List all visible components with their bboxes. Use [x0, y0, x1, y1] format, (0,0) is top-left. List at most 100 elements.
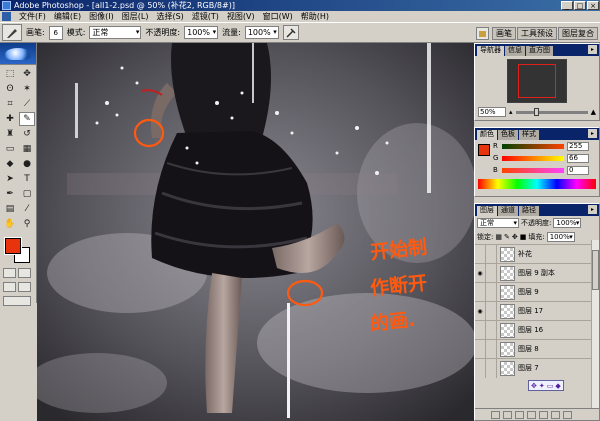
tab-channels[interactable]: 通道 [498, 206, 518, 216]
layer-visibility-toggle[interactable] [475, 244, 486, 264]
layer-visibility-toggle[interactable] [475, 320, 486, 340]
pen-tool-icon[interactable]: ✒ [2, 187, 18, 201]
view-box[interactable] [518, 64, 556, 98]
color-panel-foreground-swatch[interactable] [478, 144, 490, 156]
layer-row[interactable]: ◉ 图层 17 [475, 301, 599, 321]
new-layer-icon[interactable] [551, 410, 560, 419]
opacity-input[interactable]: 100% [184, 26, 219, 39]
layer-row[interactable]: 图层 16 [475, 320, 599, 340]
zoom-tool-icon[interactable]: ⚲ [19, 217, 35, 231]
zoom-out-icon[interactable]: ▴ [509, 108, 513, 116]
clone-stamp-tool-icon[interactable]: ♜ [2, 127, 18, 141]
menu-window[interactable]: 窗口(W) [259, 11, 297, 22]
tab-paths[interactable]: 路径 [519, 206, 539, 216]
menu-filter[interactable]: 滤镜(T) [188, 11, 223, 22]
airbrush-button[interactable] [282, 25, 299, 40]
layer-opacity-input[interactable]: 100% [553, 218, 582, 228]
type-tool-icon[interactable]: T [19, 172, 35, 186]
palette-tab-layer-comps[interactable]: 图层复合 [558, 27, 598, 40]
dodge-tool-icon[interactable]: ● [19, 157, 35, 171]
magic-wand-tool-icon[interactable]: ✶ [19, 82, 35, 96]
menu-image[interactable]: 图像(I) [85, 11, 118, 22]
channel-input-g[interactable]: 66 [567, 153, 589, 163]
lock-move-icon[interactable]: ✥ [512, 233, 518, 241]
channel-slider-r[interactable] [502, 143, 564, 149]
zoom-slider[interactable] [515, 107, 588, 116]
layer-row[interactable]: 图层 9 [475, 282, 599, 302]
delete-layer-icon[interactable] [563, 410, 572, 419]
ime-menu-icon[interactable]: ◆ [555, 382, 560, 390]
palette-tab-brushes[interactable]: 画笔 [492, 27, 516, 40]
ime-toolbar[interactable]: ✥ ✦ ▭ ◆ [528, 380, 564, 391]
flow-input[interactable]: 100% [244, 26, 279, 39]
lasso-tool-icon[interactable]: ʘ [2, 82, 18, 96]
layer-row[interactable]: ◉ 图层 9 副本 [475, 263, 599, 283]
healing-brush-tool-icon[interactable]: ✚ [2, 112, 18, 126]
lock-transparency-icon[interactable]: ▦ [495, 233, 502, 241]
brush-picker[interactable]: 6 [48, 25, 63, 40]
brush-tool-icon[interactable]: ✎ [19, 112, 35, 126]
full-screen-button[interactable] [18, 282, 31, 292]
layer-row[interactable]: 图层 8 [475, 339, 599, 359]
color-spectrum-bar[interactable] [478, 179, 596, 189]
layer-mask-icon[interactable] [515, 410, 524, 419]
layer-row[interactable]: 图层 7 [475, 358, 599, 378]
close-button[interactable]: × [587, 1, 599, 10]
menu-select[interactable]: 选择(S) [152, 11, 187, 22]
jump-to-imageready-button[interactable] [3, 296, 31, 306]
fill-input[interactable]: 100% [546, 232, 575, 242]
mode-select[interactable]: 正常 [89, 26, 142, 39]
eyedropper-tool-icon[interactable]: ⁄ [19, 202, 35, 216]
zoom-slider-knob[interactable] [533, 107, 539, 116]
tab-info[interactable]: 信息 [505, 46, 525, 56]
layer-style-icon[interactable] [503, 410, 512, 419]
menu-help[interactable]: 帮助(H) [297, 11, 333, 22]
standard-screen-button[interactable] [3, 282, 16, 292]
channel-input-r[interactable]: 255 [567, 141, 589, 151]
tab-navigator[interactable]: 导航器 [477, 46, 504, 56]
eraser-tool-icon[interactable]: ▭ [2, 142, 18, 156]
panel-menu-icon[interactable]: ▸ [588, 205, 597, 214]
tab-swatches[interactable]: 色板 [498, 130, 518, 140]
gradient-tool-icon[interactable]: ▦ [19, 142, 35, 156]
layer-link-toggle[interactable] [486, 244, 497, 264]
layer-link-toggle[interactable] [486, 320, 497, 340]
layer-row[interactable]: 补花 [475, 244, 599, 264]
layer-link-toggle[interactable] [486, 339, 497, 359]
standard-mode-button[interactable] [3, 268, 16, 278]
layers-scrollbar-thumb[interactable] [592, 250, 599, 290]
move-tool-icon[interactable]: ✥ [19, 67, 35, 81]
ime-mode-icon[interactable]: ✥ [531, 382, 537, 390]
adobe-online-logo[interactable] [0, 43, 36, 65]
blend-mode-select[interactable]: 正常 [477, 218, 519, 228]
layer-visibility-toggle[interactable] [475, 339, 486, 359]
tab-layers[interactable]: 图层 [477, 206, 497, 216]
adjustment-layer-icon[interactable] [539, 410, 548, 419]
zoom-in-icon[interactable]: ▲ [591, 108, 596, 116]
panel-menu-icon[interactable]: ▸ [588, 45, 597, 54]
menu-edit[interactable]: 编辑(E) [50, 11, 85, 22]
slice-tool-icon[interactable]: ⟋ [19, 97, 35, 111]
ime-punct-icon[interactable]: ✦ [539, 382, 545, 390]
foreground-color-swatch[interactable] [4, 237, 22, 255]
document-icon[interactable] [2, 12, 11, 21]
layer-visibility-toggle[interactable]: ◉ [475, 263, 486, 283]
marquee-tool-icon[interactable]: ⬚ [2, 67, 18, 81]
link-layers-icon[interactable] [491, 410, 500, 419]
minimize-button[interactable]: _ [561, 1, 573, 10]
maximize-button[interactable]: □ [574, 1, 586, 10]
channel-slider-g[interactable] [502, 155, 564, 161]
layer-link-toggle[interactable] [486, 263, 497, 283]
quick-mask-button[interactable] [18, 268, 31, 278]
lock-paint-icon[interactable]: ✎ [504, 233, 510, 241]
palette-tab-tool-presets[interactable]: 工具预设 [517, 27, 557, 40]
layer-visibility-toggle[interactable]: ◉ [475, 301, 486, 321]
layer-visibility-toggle[interactable] [475, 358, 486, 378]
notes-tool-icon[interactable]: ▤ [2, 202, 18, 216]
zoom-input[interactable]: 50% [478, 107, 506, 117]
hand-tool-icon[interactable]: ✋ [2, 217, 18, 231]
navigator-thumbnail[interactable] [507, 59, 567, 103]
tab-histogram[interactable]: 直方图 [526, 46, 553, 56]
ime-keyboard-icon[interactable]: ▭ [547, 382, 554, 390]
channel-slider-b[interactable] [502, 167, 564, 173]
